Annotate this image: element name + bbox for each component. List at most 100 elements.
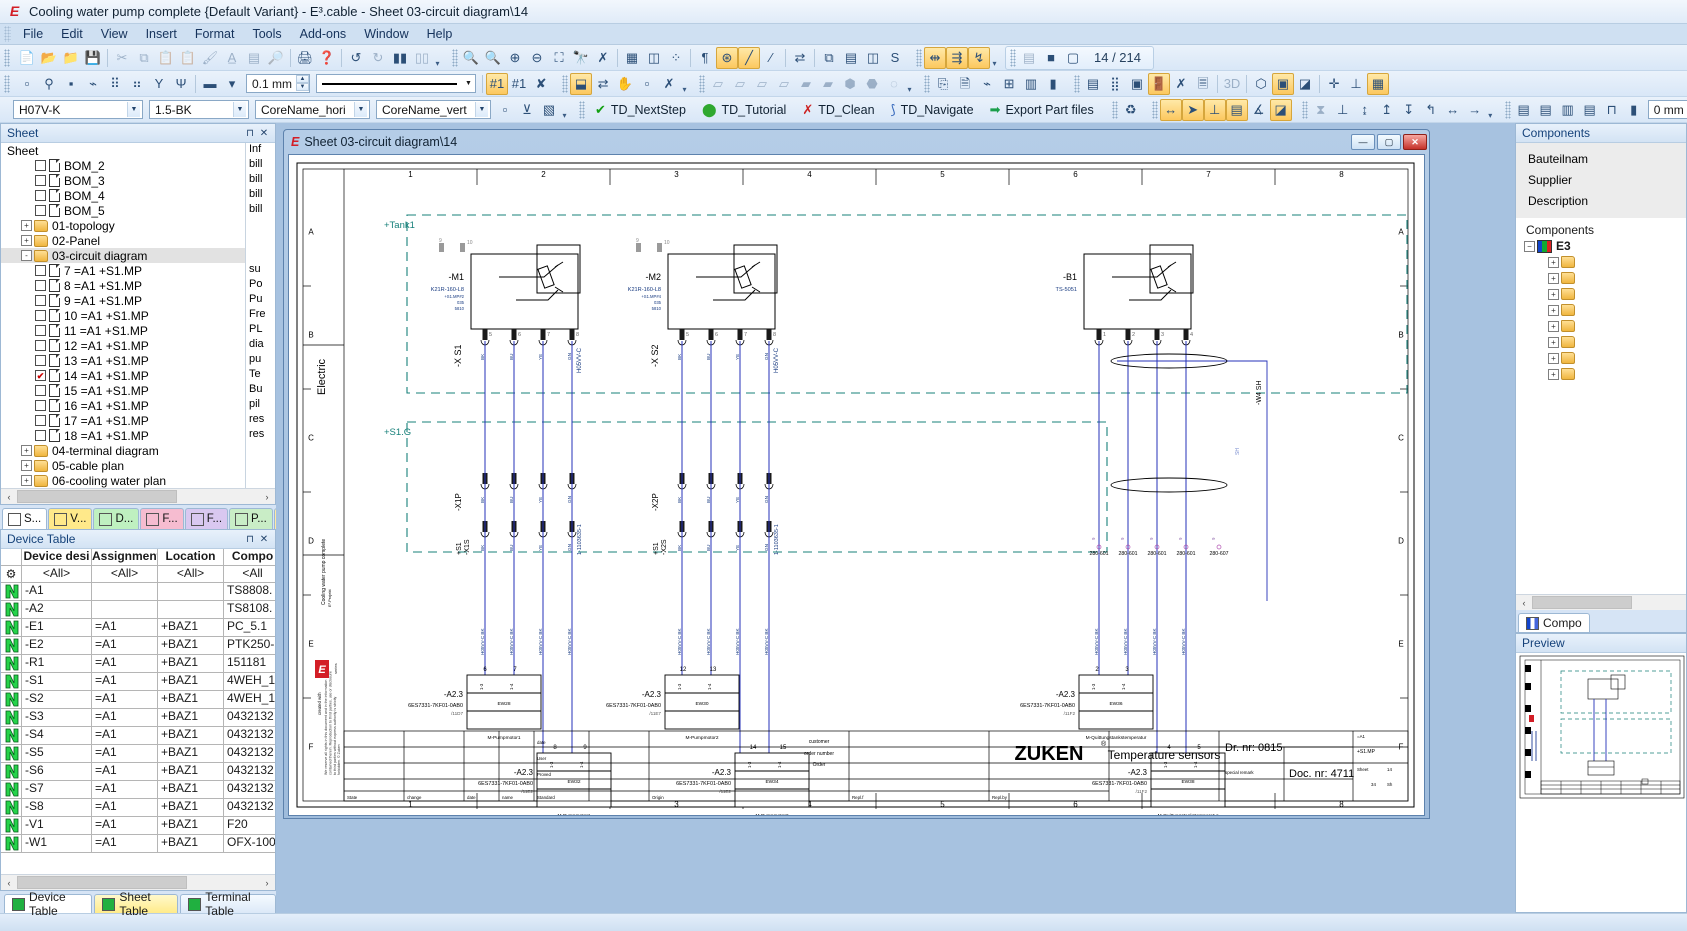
place-block-icon[interactable]: ⠿ — [104, 73, 126, 95]
menu-item-insert[interactable]: Insert — [137, 25, 186, 43]
expander-icon[interactable]: + — [21, 235, 32, 246]
components-folder-item[interactable]: + — [1516, 254, 1686, 270]
filter-gear-icon[interactable]: ⚙ — [1, 566, 22, 583]
zoom-reduce-icon[interactable]: ⊖ — [526, 47, 548, 69]
first-page-icon[interactable]: ▤ — [1018, 47, 1040, 69]
spinner-up-icon[interactable]: ▲ — [296, 75, 310, 83]
expander-icon[interactable]: + — [21, 460, 32, 471]
item-checkbox[interactable] — [35, 325, 46, 336]
expander-icon[interactable]: + — [1548, 368, 1559, 380]
scroll-left-icon[interactable]: ‹ — [1516, 598, 1532, 608]
terminal-strip-icon[interactable]: ▥ — [1020, 73, 1042, 95]
table-row[interactable]: -S7 =A1 +BAZ1 0432132 — [1, 781, 275, 799]
dimension-angular-icon[interactable]: ∡ — [1248, 99, 1270, 121]
macro-td-clean[interactable]: ✗ TD_Clean — [794, 101, 882, 119]
filter-device[interactable]: <All> — [22, 566, 92, 583]
macro-td-tutorial[interactable]: ⬤ TD_Tutorial — [694, 101, 794, 119]
terminal-pin[interactable] — [737, 329, 743, 340]
table-row[interactable]: -S6 =A1 +BAZ1 0432132 — [1, 763, 275, 781]
expander-icon[interactable]: + — [1548, 256, 1559, 268]
sheet-tool-tab-2[interactable]: D... — [93, 508, 140, 529]
column-header-location[interactable]: Location — [158, 549, 224, 566]
tree-item[interactable]: 11 =A1 +S1.MP — [1, 323, 275, 338]
format-painter-icon[interactable]: 🖌 — [199, 47, 221, 69]
tree-item[interactable]: 7 =A1 +S1.MP — [1, 263, 275, 278]
tree-item[interactable]: +04-terminal diagram — [1, 443, 275, 458]
cable-type-combo[interactable]: H07V-K ▼ — [13, 100, 143, 119]
components-folder-item[interactable]: + — [1516, 350, 1686, 366]
chevron-down-icon[interactable]: ▼ — [475, 102, 488, 117]
text-chart-icon[interactable]: ▮ — [1623, 99, 1645, 121]
place-connector-icon[interactable]: ▪ — [60, 73, 82, 95]
bottom-tab[interactable]: Device Table — [4, 890, 93, 918]
find-icon[interactable]: 🔎 — [265, 47, 287, 69]
route-icon[interactable]: ↯ — [968, 46, 990, 69]
origin-icon[interactable]: ✛ — [1323, 73, 1345, 95]
table-row[interactable]: -W1 =A1 +BAZ1 OFX-100 — [1, 835, 275, 853]
table-view-icon[interactable]: ▤ — [840, 47, 862, 69]
item-checkbox[interactable] — [35, 190, 46, 201]
paste-icon[interactable]: 📋 — [155, 47, 177, 69]
tree-item[interactable]: +06-cooling water plan — [1, 473, 275, 488]
dimension-arrow-icon[interactable]: ➤ — [1181, 98, 1204, 121]
menu-item-window[interactable]: Window — [355, 25, 417, 43]
close-button[interactable]: ✕ — [1403, 134, 1427, 150]
cut-icon[interactable]: ✂ — [111, 47, 133, 69]
place-symbol-icon[interactable]: ▫ — [16, 73, 38, 95]
scroll-left-icon[interactable]: ‹ — [1, 492, 17, 502]
toolbar-grip-icon[interactable] — [1010, 48, 1016, 67]
macro-td-navigate[interactable]: ⟆ TD_Navigate — [883, 101, 982, 119]
table-row[interactable]: -S2 =A1 +BAZ1 4WEH_1 — [1, 691, 275, 709]
tree-item[interactable]: +02-Panel — [1, 233, 275, 248]
toolbar-grip-icon[interactable] — [562, 74, 569, 93]
item-checkbox[interactable] — [35, 385, 46, 396]
apply-corename-icon[interactable]: ▫ — [494, 99, 516, 121]
tree-root[interactable]: Sheet — [1, 143, 275, 158]
tree-item[interactable]: 17 =A1 +S1.MP — [1, 413, 275, 428]
insert-terminal-icon[interactable]: ⊞ — [998, 73, 1020, 95]
chevron-down-icon[interactable]: ▼ — [127, 102, 140, 117]
table-row[interactable]: -A1 TS8808. — [1, 583, 275, 601]
expander-icon[interactable]: + — [1548, 320, 1559, 332]
toolbar-grip-icon[interactable] — [579, 100, 585, 119]
expander-icon[interactable]: + — [1548, 288, 1559, 300]
item-checkbox[interactable] — [35, 355, 46, 366]
wireframe-icon[interactable]: ⬡ — [1250, 73, 1272, 95]
new-file-icon[interactable]: 📄 — [16, 47, 38, 69]
table-row[interactable]: -S5 =A1 +BAZ1 0432132 — [1, 745, 275, 763]
column-header-device[interactable]: Device desi — [22, 549, 92, 566]
number-signals-icon[interactable]: #1 — [486, 72, 509, 95]
split-horizontal-icon[interactable]: ▯▯ — [411, 47, 433, 69]
components-folder-item[interactable]: + — [1516, 366, 1686, 382]
components-folder-item[interactable]: + — [1516, 270, 1686, 286]
threed-toggle[interactable]: 3D — [1221, 73, 1243, 95]
rotate-icon[interactable]: ↰ — [1420, 99, 1442, 121]
expander-icon[interactable]: - — [21, 250, 32, 261]
item-checkbox[interactable] — [35, 265, 46, 276]
place-cable-icon[interactable]: ⌁ — [82, 73, 104, 95]
scroll-right-icon[interactable]: › — [259, 492, 275, 502]
components-folder-item[interactable]: + — [1516, 286, 1686, 302]
view-iso2-icon[interactable]: ⬣ — [861, 73, 883, 95]
offset-spinner[interactable]: 0 mm — [1647, 100, 1687, 119]
close-icon[interactable]: ✕ — [257, 126, 271, 140]
undo-icon[interactable]: ↺ — [345, 47, 367, 69]
toolbar-grip-icon[interactable] — [4, 74, 10, 93]
tree-item[interactable]: 15 =A1 +S1.MP — [1, 383, 275, 398]
dimension-style-icon[interactable]: ◪ — [1269, 98, 1292, 121]
snap-icon[interactable]: ◫ — [643, 47, 665, 69]
mirror-icon[interactable]: ⧗ — [1310, 99, 1332, 121]
macro-export-part-files[interactable]: ➡ Export Part files — [982, 101, 1102, 119]
terminal-pin[interactable] — [511, 329, 517, 340]
terminal-pin[interactable] — [679, 329, 685, 340]
shaded-icon[interactable]: ▣ — [1272, 72, 1295, 95]
line-style-select[interactable]: ▼ — [316, 74, 477, 93]
components-hscrollbar[interactable]: ‹ — [1516, 594, 1686, 610]
toolbar-grip-icon[interactable] — [1151, 100, 1158, 119]
shaded-edges-icon[interactable]: ◪ — [1294, 73, 1316, 95]
sheet-tool-tab-5[interactable]: P... — [229, 508, 273, 529]
tree-item[interactable]: 18 =A1 +S1.MP — [1, 428, 275, 443]
remove-numbering-icon[interactable]: #1 — [508, 73, 530, 95]
open-door-icon[interactable]: 🚪 — [1148, 72, 1171, 95]
drag-connection-icon[interactable]: ✋ — [614, 73, 636, 95]
